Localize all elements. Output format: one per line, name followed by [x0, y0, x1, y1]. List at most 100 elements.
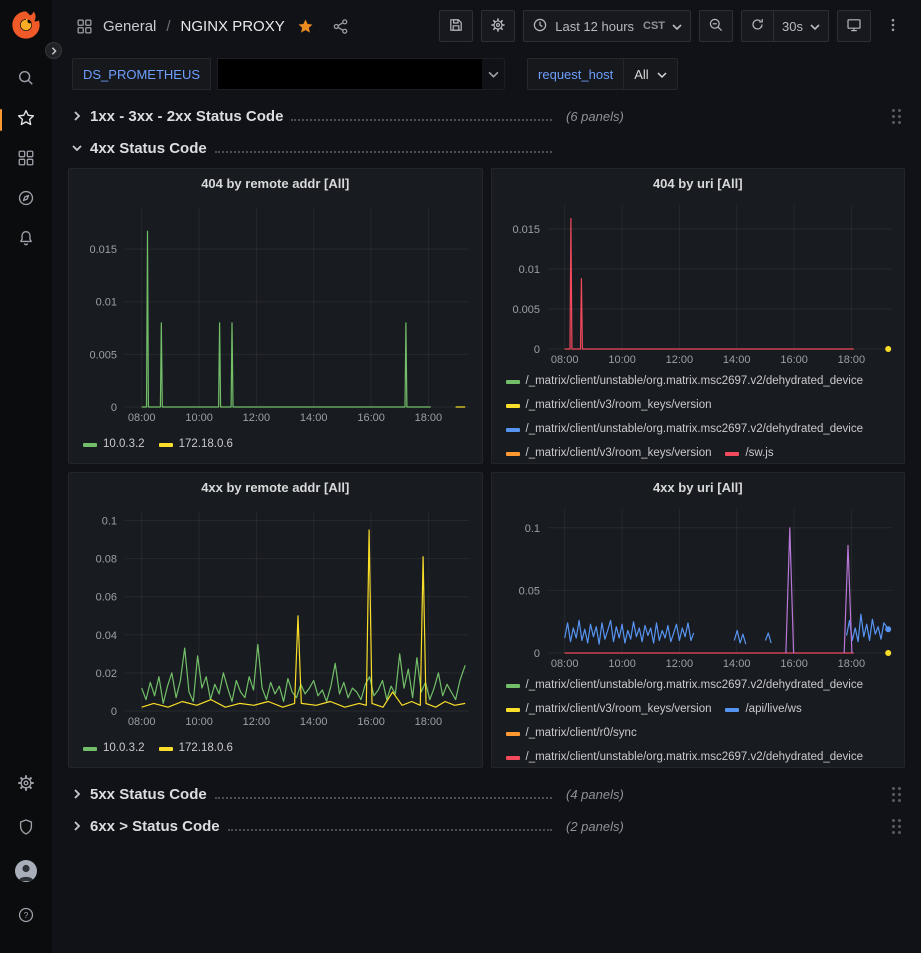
svg-text:0.005: 0.005	[512, 304, 540, 316]
sidebar-item-alerting[interactable]	[0, 220, 52, 260]
legend-item[interactable]: /_matrix/client/unstable/org.matrix.msc2…	[506, 421, 864, 438]
legend-item[interactable]: 172.18.0.6	[159, 740, 233, 757]
row-1xx-3xx-2xx[interactable]: 1xx - 3xx - 2xx Status Code (6 panels)	[68, 102, 905, 130]
gear-icon	[17, 774, 35, 797]
legend-series-label: /_matrix/client/r0/sync	[526, 725, 637, 742]
refresh-interval-dropdown[interactable]: 30s	[774, 10, 829, 42]
sidebar-item-starred[interactable]	[0, 100, 52, 140]
chart-canvas[interactable]: 00.0050.010.01508:0010:0012:0014:0016:00…	[492, 197, 904, 367]
tv-mode-button[interactable]	[837, 10, 871, 42]
legend-item[interactable]: /_matrix/client/unstable/org.matrix.msc2…	[506, 373, 864, 390]
svg-text:10:00: 10:00	[608, 658, 636, 670]
refresh-button[interactable]	[741, 10, 774, 42]
request-host-variable-label[interactable]: request_host	[527, 58, 624, 90]
row-6xx[interactable]: 6xx > Status Code (2 panels)	[68, 812, 905, 840]
chevron-down-icon	[810, 19, 820, 34]
compass-icon	[17, 189, 35, 212]
row-panel-count: (6 panels)	[566, 109, 624, 124]
svg-text:14:00: 14:00	[300, 716, 328, 728]
request-host-variable-value: All	[634, 67, 648, 82]
dashboard-body: 1xx - 3xx - 2xx Status Code (6 panels) 4…	[52, 96, 921, 953]
dashboards-grid-icon	[17, 149, 35, 172]
svg-text:12:00: 12:00	[665, 354, 693, 366]
row-drag-handle[interactable]	[892, 819, 901, 834]
svg-text:0.04: 0.04	[96, 630, 117, 642]
sidebar-item-explore[interactable]	[0, 180, 52, 220]
legend-item[interactable]: /_matrix/client/v3/room_keys/version	[506, 701, 712, 718]
chevron-right-icon	[68, 788, 86, 800]
chart-canvas[interactable]: 00.020.040.060.080.108:0010:0012:0014:00…	[69, 501, 481, 729]
chart-canvas[interactable]: 00.0050.010.01508:0010:0012:0014:0016:00…	[69, 197, 481, 425]
request-host-variable-select[interactable]: All	[624, 58, 677, 90]
row-drag-handle[interactable]	[892, 109, 901, 124]
kebab-menu-button[interactable]	[879, 10, 907, 42]
save-dashboard-button[interactable]	[439, 10, 473, 42]
save-icon	[448, 17, 464, 36]
grafana-logo[interactable]	[11, 10, 41, 40]
legend-item[interactable]: /_matrix/client/v3/room_keys/version	[506, 397, 712, 414]
legend-series-swatch	[506, 756, 520, 760]
sidebar-item-configuration[interactable]	[0, 763, 52, 807]
chevron-right-icon	[68, 820, 86, 832]
legend-series-swatch	[83, 443, 97, 447]
time-range-picker[interactable]: Last 12 hours CST	[523, 10, 691, 42]
row-drag-handle[interactable]	[892, 787, 901, 802]
dashboard-grid-icon[interactable]	[76, 18, 93, 35]
legend-item[interactable]: /_matrix/client/v3/room_keys/version	[506, 445, 712, 462]
sidebar-item-profile[interactable]	[0, 851, 52, 895]
svg-text:0.1: 0.1	[102, 516, 117, 528]
time-range-label: Last 12 hours	[555, 19, 634, 34]
legend-item[interactable]: /_matrix/client/unstable/org.matrix.msc2…	[506, 749, 864, 766]
legend-series-label: 10.0.3.2	[103, 740, 145, 757]
sidebar-item-help[interactable]: ?	[0, 895, 52, 939]
dashboard-settings-button[interactable]	[481, 10, 515, 42]
panel-404-by-remote-addr: 404 by remote addr [All] 00.0050.010.015…	[68, 168, 483, 464]
panel-title[interactable]: 404 by uri [All]	[492, 169, 905, 197]
legend-item[interactable]: 10.0.3.2	[83, 740, 145, 757]
legend-item[interactable]: 10.0.3.2	[83, 436, 145, 453]
datasource-variable-label[interactable]: DS_PROMETHEUS	[72, 58, 211, 90]
svg-text:0.1: 0.1	[524, 523, 539, 535]
legend-item[interactable]: /sw.js	[725, 445, 773, 462]
chart-canvas[interactable]: 00.050.108:0010:0012:0014:0016:0018:00	[492, 501, 904, 671]
timezone-label: CST	[643, 20, 665, 32]
legend-series-swatch	[506, 684, 520, 688]
panel-title[interactable]: 404 by remote addr [All]	[69, 169, 482, 197]
sidebar: ?	[0, 0, 52, 953]
legend-series-label: /sw.js	[745, 445, 773, 462]
row-dotted-leader	[291, 119, 552, 121]
dashboard-title[interactable]: NGINX PROXY	[181, 18, 285, 35]
row-5xx[interactable]: 5xx Status Code (4 panels)	[68, 780, 905, 808]
legend-series-label: /api/live/ws	[745, 701, 801, 718]
panel-4xx-by-remote-addr: 4xx by remote addr [All] 00.020.040.060.…	[68, 472, 483, 768]
favorite-star-icon[interactable]	[297, 18, 314, 35]
datasource-variable-select[interactable]	[217, 58, 505, 90]
svg-text:0: 0	[533, 344, 539, 356]
monitor-icon	[846, 17, 862, 36]
zoom-out-button[interactable]	[699, 10, 733, 42]
legend-item[interactable]: /_matrix/client/unstable/org.matrix.msc2…	[506, 677, 864, 694]
panel-title[interactable]: 4xx by remote addr [All]	[69, 473, 482, 501]
legend-series-swatch	[725, 708, 739, 712]
row-4xx[interactable]: 4xx Status Code	[68, 134, 905, 162]
svg-text:0: 0	[111, 706, 117, 718]
sidebar-item-server-admin[interactable]	[0, 807, 52, 851]
avatar	[14, 859, 38, 888]
legend-item[interactable]: /api/live/ws	[725, 701, 801, 718]
legend-series-swatch	[506, 732, 520, 736]
breadcrumb-folder[interactable]: General	[103, 18, 156, 35]
sidebar-expand-button[interactable]	[45, 42, 62, 59]
svg-text:12:00: 12:00	[665, 658, 693, 670]
legend-item[interactable]: /_matrix/client/r0/sync	[506, 725, 637, 742]
svg-text:12:00: 12:00	[243, 716, 271, 728]
svg-text:0.05: 0.05	[518, 585, 539, 597]
sidebar-item-search[interactable]	[0, 60, 52, 100]
request-host-variable: request_host All	[527, 58, 678, 90]
legend-series-label: 172.18.0.6	[179, 740, 233, 757]
svg-text:0.08: 0.08	[96, 554, 117, 566]
panel-title[interactable]: 4xx by uri [All]	[492, 473, 905, 501]
sidebar-item-dashboards[interactable]	[0, 140, 52, 180]
chart-legend: 10.0.3.2 172.18.0.6	[69, 436, 482, 453]
share-icon[interactable]	[332, 18, 349, 35]
legend-item[interactable]: 172.18.0.6	[159, 436, 233, 453]
